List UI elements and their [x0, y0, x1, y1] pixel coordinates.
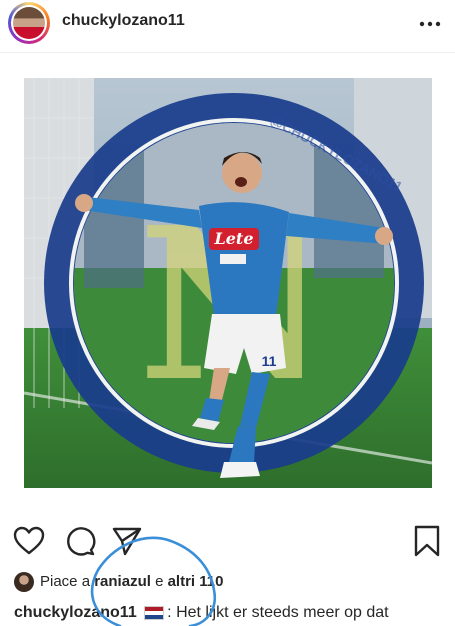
comment-icon[interactable]	[62, 524, 96, 558]
post-image[interactable]: N Lete 11	[24, 78, 432, 488]
paper-plane-icon[interactable]	[110, 524, 144, 558]
liker-username[interactable]: raniazul	[94, 573, 151, 590]
likes-others-count[interactable]: altri 110	[168, 573, 224, 590]
more-options-icon[interactable]	[419, 14, 441, 34]
header-divider	[0, 52, 455, 53]
post-action-bar	[0, 524, 455, 564]
likes-connector: e	[155, 572, 164, 590]
caption-text: : Het lijkt er steeds meer op dat	[167, 604, 389, 621]
bookmark-icon[interactable]	[410, 524, 444, 558]
likes-summary[interactable]: Piace a raniazul e altri 110	[14, 572, 223, 598]
likes-prefix: Piace a	[40, 572, 91, 590]
caption-username[interactable]: chuckylozano11	[14, 604, 137, 621]
profile-avatar[interactable]	[8, 2, 50, 44]
header-username[interactable]: chuckylozano11	[62, 12, 185, 30]
post-caption: chuckylozano11 : Het lijkt er steeds mee…	[14, 604, 389, 622]
shirt-number-text: 11	[262, 353, 277, 369]
liker-avatar	[14, 572, 34, 592]
post-photo-graphic: N Lete 11	[24, 78, 432, 488]
netherlands-flag-icon	[144, 605, 165, 620]
post-header: chuckylozano11	[0, 0, 455, 48]
heart-icon[interactable]	[12, 524, 46, 558]
jersey-sponsor-text: Lete	[214, 229, 254, 248]
